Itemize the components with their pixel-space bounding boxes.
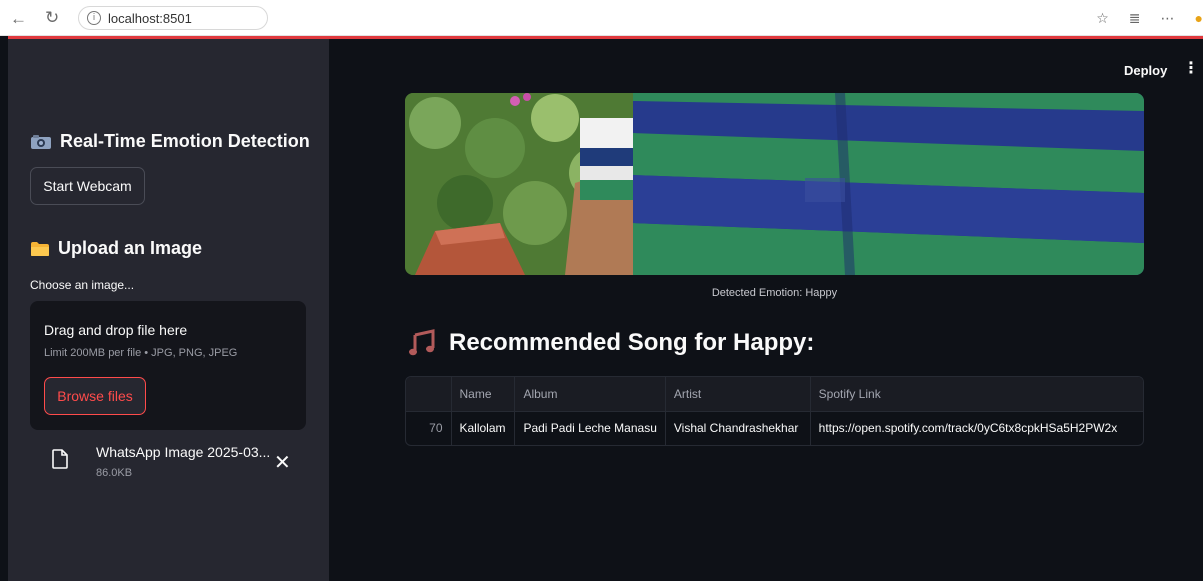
dropzone-title: Drag and drop file here	[44, 322, 188, 338]
webcam-section-title: Real-Time Emotion Detection	[60, 131, 310, 151]
cell-album[interactable]: Padi Padi Leche Manasu	[514, 410, 666, 445]
recommendation-title: Recommended Song for Happy:	[449, 329, 815, 356]
folder-icon	[31, 241, 49, 256]
cell-artist[interactable]: Vishal Chandrashekhar	[665, 410, 811, 445]
collections-icon[interactable]: ≣	[1129, 10, 1141, 27]
more-icon[interactable]: ⋯	[1161, 10, 1175, 27]
sidebar: Real-Time Emotion Detection Start Webcam…	[8, 39, 329, 581]
music-notes-icon	[409, 329, 435, 356]
url-text: localhost:8501	[108, 10, 192, 26]
dropzone-limit: Limit 200MB per file • JPG, PNG, JPEG	[44, 347, 238, 359]
col-header-spotify-link[interactable]: Spotify Link	[810, 377, 1143, 411]
webcam-section-header: Real-Time Emotion Detection	[30, 131, 310, 152]
table-row: 70 Kallolam Padi Padi Leche Manasu Visha…	[406, 410, 1143, 445]
uploader-label: Choose an image...	[30, 278, 135, 292]
main-menu-icon[interactable]: ⋮	[1183, 61, 1199, 77]
deploy-button[interactable]: Deploy	[1124, 63, 1167, 78]
info-icon[interactable]: i	[87, 11, 101, 25]
browser-tools: ☆ ≣ ⋯ ●	[1076, 0, 1203, 36]
cell-name[interactable]: Kallolam	[451, 410, 516, 445]
col-header-index[interactable]	[406, 377, 452, 411]
profile-dot-icon[interactable]: ●	[1195, 10, 1203, 26]
favorite-star-icon[interactable]: ☆	[1096, 10, 1109, 27]
camera-icon	[31, 134, 51, 149]
uploaded-file: WhatsApp Image 2025-03... 86.0KB ✕	[52, 444, 302, 484]
file-icon	[52, 449, 68, 469]
file-dropzone[interactable]: Drag and drop file here Limit 200MB per …	[30, 301, 306, 430]
back-arrow-icon[interactable]: ←	[10, 10, 27, 27]
browse-files-button[interactable]: Browse files	[44, 377, 146, 415]
main-content: Deploy ⋮ Detected Emotion: Happy Recomme…	[329, 39, 1203, 581]
col-header-album[interactable]: Album	[514, 377, 666, 411]
upload-section-title: Upload an Image	[58, 238, 203, 258]
reload-icon[interactable]: ↻	[45, 9, 59, 26]
col-header-artist[interactable]: Artist	[665, 377, 811, 411]
col-header-name[interactable]: Name	[451, 377, 516, 411]
recommendation-header: Recommended Song for Happy:	[409, 329, 814, 357]
uploaded-file-size: 86.0KB	[96, 467, 133, 479]
row-index[interactable]: 70	[406, 410, 452, 445]
address-bar[interactable]: i localhost:8501	[78, 6, 268, 30]
cell-spotify-link[interactable]: https://open.spotify.com/track/0yC6tx8cp…	[810, 410, 1143, 445]
browser-toolbar: ← ↻ i localhost:8501 ☆ ≣ ⋯ ●	[0, 0, 1203, 36]
remove-file-icon[interactable]: ✕	[274, 452, 291, 472]
uploaded-file-name: WhatsApp Image 2025-03...	[96, 444, 271, 460]
songs-dataframe[interactable]: Name Album Artist Spotify Link 70 Kallol…	[405, 376, 1144, 446]
upload-section-header: Upload an Image	[30, 238, 202, 259]
table-header-row: Name Album Artist Spotify Link	[406, 377, 1143, 411]
start-webcam-button[interactable]: Start Webcam	[30, 167, 145, 205]
uploaded-photo	[405, 93, 1144, 275]
songs-table: Name Album Artist Spotify Link 70 Kallol…	[406, 377, 1143, 445]
image-caption: Detected Emotion: Happy	[711, 287, 838, 299]
